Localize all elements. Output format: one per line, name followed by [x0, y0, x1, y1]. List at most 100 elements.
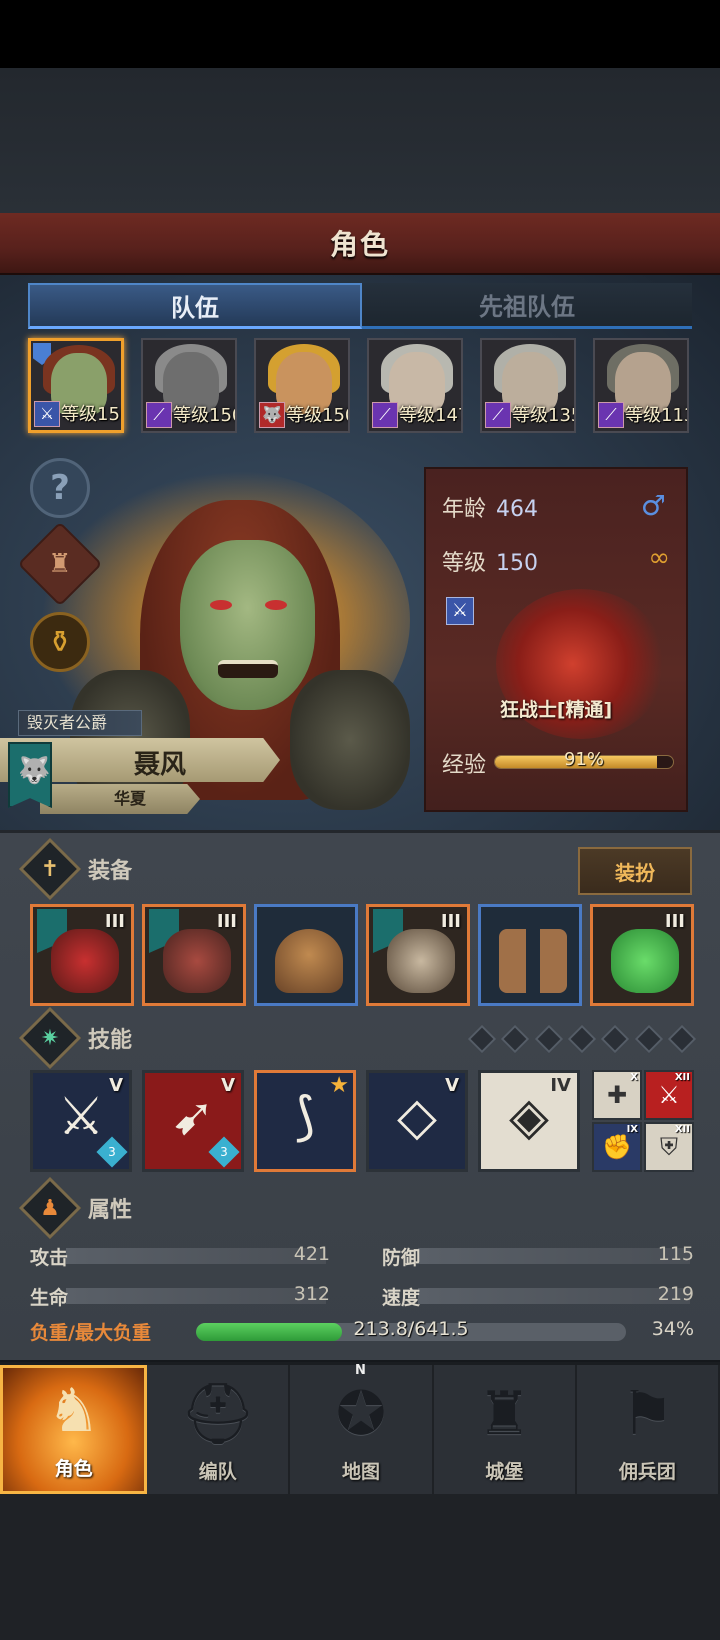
tab-ancestor-team[interactable]: 先祖队伍 — [362, 283, 692, 329]
load-label: 负重/最大负重 — [30, 1322, 151, 1344]
skill-slot-3[interactable]: ⟆ ★ — [254, 1070, 356, 1172]
weapon-icon — [51, 929, 119, 993]
portrait-mouth — [218, 660, 278, 678]
portrait-eye — [265, 600, 287, 610]
hero-slot-5[interactable]: ⟋ 等级135 — [480, 338, 576, 433]
wolf-icon: 🐺 — [259, 402, 285, 428]
staff-icon: ⟋ — [146, 402, 172, 428]
tier-label: III — [216, 911, 237, 932]
heal-cross-icon[interactable]: ✚ X — [592, 1070, 642, 1120]
tier-label: V — [221, 1075, 235, 1096]
compass-north-label: N — [355, 1363, 366, 1378]
gem-count: 3 — [220, 1145, 228, 1159]
sword-icon[interactable]: ⚔ XII — [644, 1070, 694, 1120]
gem-count: 3 — [108, 1145, 116, 1159]
nav-map[interactable]: N ✪ 地图 — [290, 1363, 434, 1494]
stat-speed: 速度 219 — [382, 1280, 694, 1312]
equip-slot-helmet[interactable] — [254, 904, 358, 1006]
nav-label: 编队 — [198, 1461, 237, 1483]
tab-team[interactable]: 队伍 — [28, 283, 362, 329]
tier-label: XII — [674, 1124, 690, 1135]
potion-icon[interactable]: ⚱ — [30, 612, 90, 672]
help-icon[interactable]: ? — [30, 458, 90, 518]
equip-slot-accessory[interactable]: III — [590, 904, 694, 1006]
nav-castle[interactable]: ♜ 城堡 — [434, 1365, 577, 1494]
skill-point-icon — [667, 1024, 697, 1054]
skills-label: 技能 — [88, 1028, 133, 1053]
shield-icon[interactable]: ⛨ XII — [644, 1122, 694, 1172]
class-name: 狂战士[精通] — [499, 699, 613, 721]
level-row: 等级 150 — [442, 545, 538, 577]
nav-formation[interactable]: ⛑ 编队 — [147, 1365, 291, 1494]
tier-label: XII — [674, 1072, 690, 1083]
sword-icon: ⚔ — [446, 597, 474, 625]
tier-label: III — [104, 911, 125, 932]
hero-slot-3[interactable]: 🐺 等级150 — [254, 338, 350, 433]
staff-icon: ⟋ — [485, 402, 511, 428]
dress-up-button[interactable]: 装扮 — [578, 847, 692, 895]
nav-character[interactable]: ♞ 角色 — [0, 1365, 148, 1494]
armor-icon — [387, 929, 455, 993]
character-origin: 华夏 — [113, 789, 146, 808]
charge-icon: ➹ — [171, 1087, 215, 1147]
nav-label: 佣兵团 — [618, 1461, 676, 1483]
hero-level: 等级113 — [625, 405, 689, 426]
stat-label: 速度 — [382, 1287, 421, 1309]
level-value: 150 — [496, 551, 539, 576]
equip-slot-weapon[interactable]: III — [30, 904, 134, 1006]
bottom-nav: ♞ 角色 ⛑ 编队 N ✪ 地图 ♜ 城堡 ⚑ 佣兵团 — [0, 1362, 720, 1494]
staff-icon: ⟋ — [598, 402, 624, 428]
stat-label: 防御 — [382, 1247, 421, 1269]
nav-mercenary[interactable]: ⚑ 佣兵团 — [577, 1365, 720, 1494]
attribute-stats: 攻击 421 防御 115 生命 312 速度 219 负重/最大负重 213.… — [30, 1232, 694, 1362]
exp-percent: 91% — [563, 749, 604, 770]
hero-roster: ⚔ 等级150 ⟋ 等级150 🐺 等级150 ⟋ 等级147 ⟋ 等级135 … — [28, 338, 692, 433]
tier-label: IV — [550, 1075, 571, 1096]
star-burst-icon: ✷ — [18, 1006, 82, 1070]
passive-skills: ✚ X ⚔ XII ✊ IX ⛨ XII — [592, 1070, 694, 1172]
mercenary-icon: ⚑ — [620, 1379, 675, 1449]
skill-point-icon — [634, 1024, 663, 1054]
stat-attack: 攻击 421 — [30, 1240, 330, 1272]
fist-icon[interactable]: ✊ IX — [592, 1122, 642, 1172]
noble-title-tag: 毁灭者公爵 — [18, 710, 142, 736]
skill-slot-2[interactable]: ➹ V 3 — [142, 1070, 244, 1172]
tier-label: IX — [626, 1124, 638, 1135]
hero-slot-2[interactable]: ⟋ 等级150 — [141, 338, 237, 433]
skill-slot-4[interactable]: ◇ V — [366, 1070, 468, 1172]
hero-slot-1[interactable]: ⚔ 等级150 — [28, 338, 124, 433]
knight-icon: ♞ — [46, 1376, 101, 1446]
male-icon: ♂ — [640, 489, 666, 522]
tier-label: X — [630, 1072, 638, 1083]
status-bar — [0, 0, 720, 68]
equip-slot-offhand[interactable]: III — [142, 904, 246, 1006]
equip-slot-boots[interactable] — [478, 904, 582, 1006]
equip-slot-armor[interactable]: III — [366, 904, 470, 1006]
stat-value: 115 — [657, 1243, 694, 1265]
skill-slot-5[interactable]: ◈ IV — [478, 1070, 580, 1172]
skills-header: ✷ 技能 — [18, 1006, 448, 1070]
stat-value: 312 — [293, 1283, 330, 1305]
hero-level: 等级150 — [61, 404, 121, 425]
skill-slot-1[interactable]: ⚔ V 3 — [30, 1070, 132, 1172]
team-tabs: 队伍 先祖队伍 — [28, 283, 692, 329]
boots-icon — [499, 929, 567, 993]
equipment-row: III III III III — [30, 904, 694, 1008]
nav-label: 地图 — [342, 1461, 381, 1483]
skill-points — [467, 1024, 697, 1054]
cross-icon: ✝ — [18, 837, 82, 901]
hero-slot-6[interactable]: ⟋ 等级113 — [593, 338, 689, 433]
crystal-sword-icon: ◇ — [397, 1087, 437, 1147]
equipment-label: 装备 — [88, 859, 133, 884]
age-value: 464 — [496, 497, 539, 522]
page-title: 角色 — [329, 228, 390, 261]
bottom-area — [0, 1494, 720, 1640]
gem-icon: 3 — [96, 1136, 128, 1168]
nav-label: 角色 — [54, 1458, 93, 1480]
skill-point-icon — [501, 1024, 530, 1054]
hero-slot-4[interactable]: ⟋ 等级147 — [367, 338, 463, 433]
nav-label: 城堡 — [485, 1461, 524, 1483]
exp-label: 经验 — [442, 753, 487, 778]
hero-level: 等级150 — [286, 405, 350, 426]
stat-value: 219 — [657, 1283, 694, 1305]
